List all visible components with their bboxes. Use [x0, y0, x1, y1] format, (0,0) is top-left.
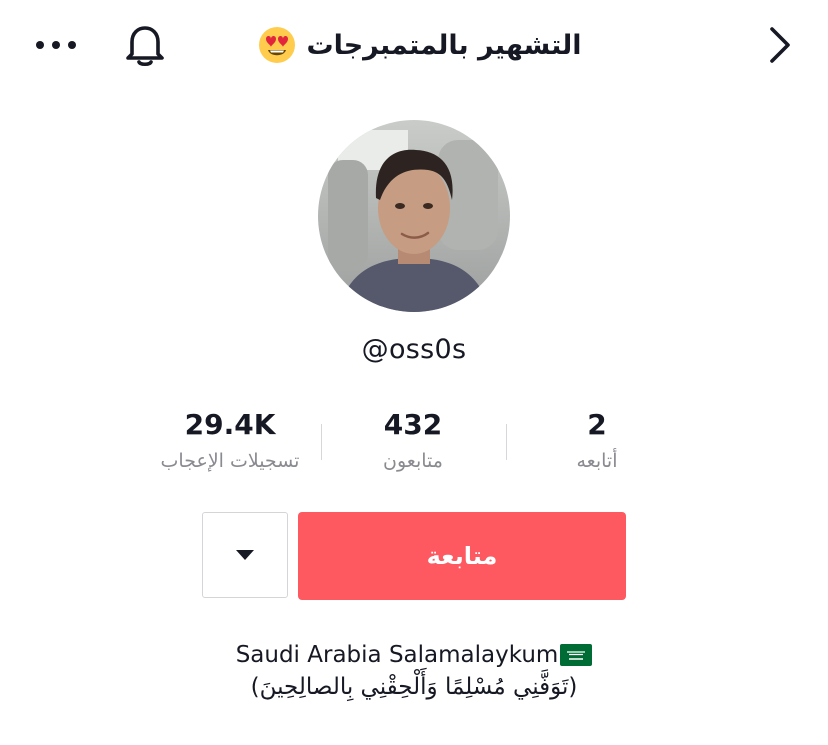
- heart-eyes-emoji-icon: [259, 27, 296, 63]
- suggested-accounts-dropdown-button[interactable]: [202, 512, 288, 598]
- following-label: أتابعه: [576, 450, 618, 472]
- more-options-icon[interactable]: [34, 38, 78, 52]
- followers-count: 432: [383, 408, 443, 441]
- chevron-right-icon[interactable]: [762, 24, 796, 66]
- followers-stat[interactable]: 432 متابعون: [313, 405, 513, 475]
- likes-count: 29.4K: [184, 408, 276, 441]
- profile-handle: @oss0s: [361, 334, 467, 365]
- followers-label: متابعون: [383, 450, 443, 472]
- follow-button[interactable]: متابعة: [298, 512, 626, 600]
- bio-line-2: (تَوَفَّنِي مُسْلِمًا وَأَلْحِقْنِي بِال…: [250, 674, 578, 700]
- caret-down-icon: [236, 550, 254, 560]
- top-bar: التشهير بالمتمبرجات: [0, 0, 828, 90]
- saudi-arabia-flag-icon: [560, 644, 593, 666]
- following-stat[interactable]: 2 أتابعه: [497, 405, 697, 475]
- likes-stat: 29.4K تسجيلات الإعجاب: [130, 405, 330, 475]
- bell-icon[interactable]: [124, 22, 166, 68]
- bio-text-1: Saudi Arabia Salamalaykum: [235, 642, 559, 668]
- page-title-group: التشهير بالمتمبرجات: [240, 22, 600, 68]
- bio-line-1: Saudi Arabia Salamalaykum: [0, 642, 828, 668]
- following-count: 2: [587, 408, 607, 441]
- page-title: التشهير بالمتمبرجات: [306, 29, 582, 61]
- avatar[interactable]: [318, 120, 510, 312]
- likes-label: تسجيلات الإعجاب: [160, 450, 300, 472]
